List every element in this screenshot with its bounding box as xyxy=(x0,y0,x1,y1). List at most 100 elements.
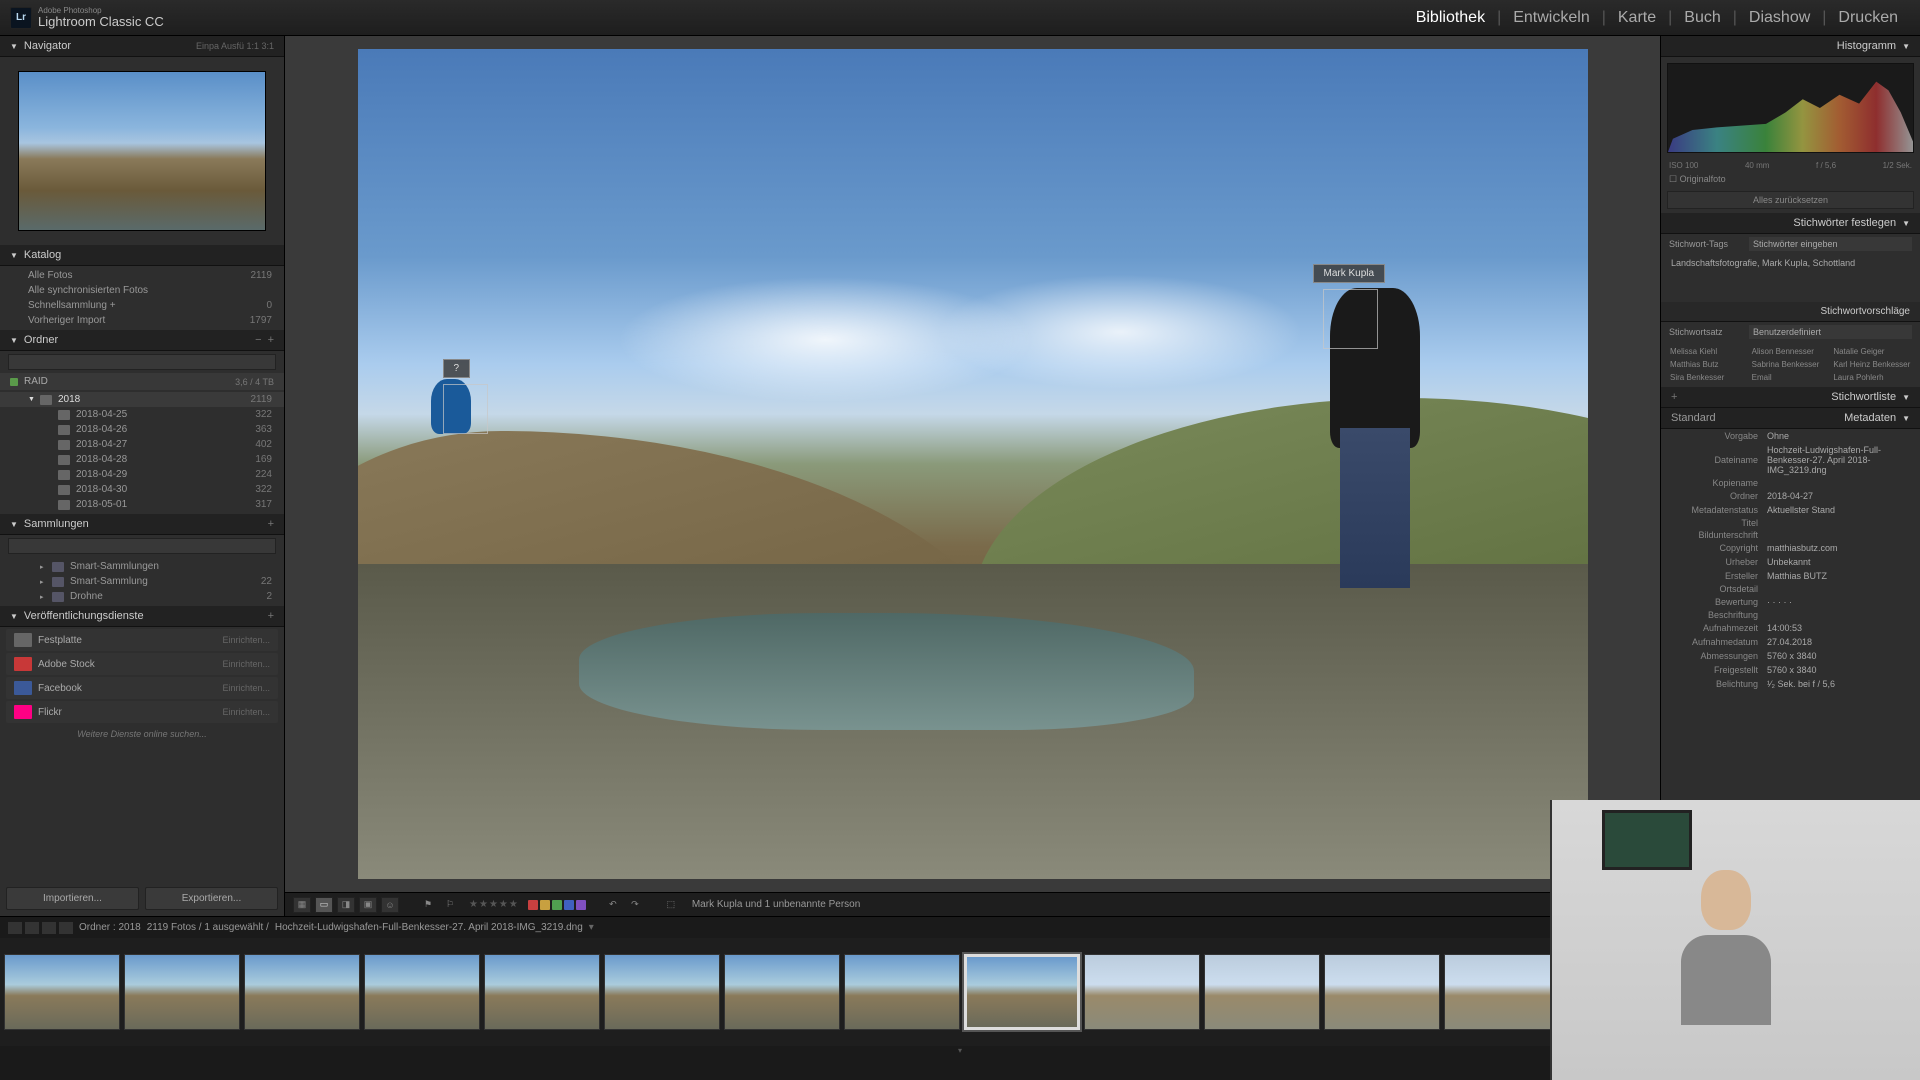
second-window-icon[interactable] xyxy=(8,922,22,934)
keyword-suggestion[interactable]: Sabrina Benkesser xyxy=(1751,359,1831,370)
metadata-row[interactable]: ErstellerMatthias BUTZ xyxy=(1661,569,1920,583)
grid-view-button[interactable]: ▦ xyxy=(293,897,311,913)
keyword-suggestion[interactable]: Karl Heinz Benkesser xyxy=(1832,359,1912,370)
folder-item[interactable]: 2018-04-29224 xyxy=(0,467,284,482)
metadata-row[interactable]: Kopiename xyxy=(1661,477,1920,489)
forward-icon[interactable] xyxy=(59,922,73,934)
module-entwickeln[interactable]: Entwickeln xyxy=(1501,9,1601,27)
folders-header[interactable]: ▼ Ordner − + xyxy=(0,330,284,351)
color-label[interactable] xyxy=(576,900,586,910)
keyword-suggestion[interactable]: Matthias Butz xyxy=(1669,359,1749,370)
collection-item[interactable]: ▸Drohne2 xyxy=(0,589,284,604)
keyword-suggestion[interactable]: Laura Pohlerh xyxy=(1832,372,1912,383)
compare-view-button[interactable]: ◨ xyxy=(337,897,355,913)
color-label[interactable] xyxy=(540,900,550,910)
flag-pick-icon[interactable]: ⚑ xyxy=(419,897,437,913)
publish-service[interactable]: FestplatteEinrichten... xyxy=(6,629,278,651)
metadata-row[interactable]: Aufnahmedatum27.04.2018 xyxy=(1661,635,1920,649)
survey-view-button[interactable]: ▣ xyxy=(359,897,377,913)
face-region-named[interactable] xyxy=(1323,289,1378,349)
keywording-header[interactable]: Stichwörter festlegen▼ xyxy=(1661,213,1920,234)
keywords-applied[interactable]: Landschaftsfotografie, Mark Kupla, Schot… xyxy=(1661,254,1920,272)
metadata-row[interactable]: MetadatenstatusAktuellster Stand xyxy=(1661,503,1920,517)
folder-item[interactable]: 2018-04-27402 xyxy=(0,437,284,452)
rotate-right-icon[interactable]: ↷ xyxy=(626,897,644,913)
module-diashow[interactable]: Diashow xyxy=(1737,9,1822,27)
reset-all-button[interactable]: Alles zurücksetzen xyxy=(1667,191,1914,209)
filmstrip-thumb[interactable] xyxy=(1084,954,1200,1030)
catalog-header[interactable]: ▼ Katalog xyxy=(0,245,284,266)
catalog-item[interactable]: Schnellsammlung +0 xyxy=(0,298,284,313)
metadata-header[interactable]: Standard Metadaten▼ xyxy=(1661,408,1920,429)
folder-item[interactable]: 2018-04-26363 xyxy=(0,422,284,437)
catalog-item[interactable]: Alle synchronisierten Fotos xyxy=(0,283,284,298)
loupe-view-button[interactable]: ▭ xyxy=(315,897,333,913)
plus-icon[interactable]: + xyxy=(268,610,274,622)
metadata-row[interactable]: Bewertung· · · · · xyxy=(1661,595,1920,609)
metadata-row[interactable]: Beschriftung xyxy=(1661,609,1920,621)
filmstrip-thumb[interactable] xyxy=(964,954,1080,1030)
module-karte[interactable]: Karte xyxy=(1606,9,1668,27)
metadata-row[interactable]: VorgabeOhne xyxy=(1661,429,1920,443)
filmstrip-thumb[interactable] xyxy=(364,954,480,1030)
color-label[interactable] xyxy=(528,900,538,910)
filmstrip-thumb[interactable] xyxy=(124,954,240,1030)
filmstrip-thumb[interactable] xyxy=(604,954,720,1030)
histogram-header[interactable]: Histogramm▼ xyxy=(1661,36,1920,57)
metadata-row[interactable]: Ordner2018-04-27 xyxy=(1661,489,1920,503)
metadata-row[interactable]: UrheberUnbekannt xyxy=(1661,555,1920,569)
folder-item[interactable]: 2018-04-25322 xyxy=(0,407,284,422)
catalog-item[interactable]: Vorheriger Import1797 xyxy=(0,313,284,328)
loupe-view[interactable]: ? Mark Kupla xyxy=(285,36,1660,892)
keyword-suggestion[interactable]: Email xyxy=(1751,372,1831,383)
metadata-row[interactable]: Belichtung¹⁄₂ Sek. bei f / 5,6 xyxy=(1661,677,1920,691)
module-buch[interactable]: Buch xyxy=(1672,9,1732,27)
plus-icon[interactable]: + xyxy=(268,518,274,530)
metadata-row[interactable]: Abmessungen5760 x 3840 xyxy=(1661,649,1920,663)
import-button[interactable]: Importieren... xyxy=(6,887,139,910)
plus-icon[interactable]: + xyxy=(268,334,274,346)
filmstrip-thumb[interactable] xyxy=(484,954,600,1030)
filmstrip-thumb[interactable] xyxy=(1204,954,1320,1030)
export-button[interactable]: Exportieren... xyxy=(145,887,278,910)
navigator-preview[interactable] xyxy=(0,57,284,245)
metadata-row[interactable]: Freigestellt5760 x 3840 xyxy=(1661,663,1920,677)
original-photo-checkbox[interactable]: ☐ Originalfoto xyxy=(1661,172,1920,187)
publish-header[interactable]: ▼ Veröffentlichungsdienste + xyxy=(0,606,284,627)
metadata-row[interactable]: Ortsdetail xyxy=(1661,583,1920,595)
metadata-row[interactable]: Bildunterschrift xyxy=(1661,529,1920,541)
keyword-suggestion[interactable]: Sira Benkesser xyxy=(1669,372,1749,383)
face-tag-unknown[interactable]: ? xyxy=(443,359,471,378)
folder-filter-input[interactable] xyxy=(8,354,276,370)
navigator-zoom-modes[interactable]: Einpa Ausfü 1:1 3:1 xyxy=(196,41,274,51)
collection-item[interactable]: ▸Smart-Sammlungen xyxy=(0,559,284,574)
module-drucken[interactable]: Drucken xyxy=(1826,9,1910,27)
folder-item[interactable]: 2018-04-30322 xyxy=(0,482,284,497)
collection-filter-input[interactable] xyxy=(8,538,276,554)
filmstrip-thumb[interactable] xyxy=(244,954,360,1030)
grid-icon[interactable] xyxy=(25,922,39,934)
minus-icon[interactable]: − xyxy=(255,334,261,346)
breadcrumb[interactable]: Ordner : 2018 xyxy=(79,922,141,933)
face-detect-icon[interactable]: ⬚ xyxy=(662,897,680,913)
rotate-left-icon[interactable]: ↶ xyxy=(604,897,622,913)
metadata-row[interactable]: Aufnahmezeit14:00:53 xyxy=(1661,621,1920,635)
module-bibliothek[interactable]: Bibliothek xyxy=(1404,9,1497,27)
filmstrip-thumb[interactable] xyxy=(844,954,960,1030)
publish-service[interactable]: FlickrEinrichten... xyxy=(6,701,278,723)
keywordlist-header[interactable]: + Stichwortliste▼ xyxy=(1661,387,1920,408)
color-label[interactable] xyxy=(564,900,574,910)
collection-item[interactable]: ▸Smart-Sammlung22 xyxy=(0,574,284,589)
histogram-graph[interactable] xyxy=(1667,63,1914,153)
publish-service[interactable]: Adobe StockEinrichten... xyxy=(6,653,278,675)
filmstrip-thumb[interactable] xyxy=(4,954,120,1030)
folder-item[interactable]: 2018-04-28169 xyxy=(0,452,284,467)
catalog-item[interactable]: Alle Fotos2119 xyxy=(0,268,284,283)
filmstrip-thumb[interactable] xyxy=(1444,954,1560,1030)
back-icon[interactable] xyxy=(42,922,56,934)
drive-row[interactable]: RAID 3,6 / 4 TB xyxy=(0,373,284,390)
metadata-row[interactable]: DateinameHochzeit-Ludwigshafen-Full-Benk… xyxy=(1661,443,1920,477)
folder-item[interactable]: 2018-05-01317 xyxy=(0,497,284,512)
collections-header[interactable]: ▼ Sammlungen + xyxy=(0,514,284,535)
publish-service[interactable]: FacebookEinrichten... xyxy=(6,677,278,699)
